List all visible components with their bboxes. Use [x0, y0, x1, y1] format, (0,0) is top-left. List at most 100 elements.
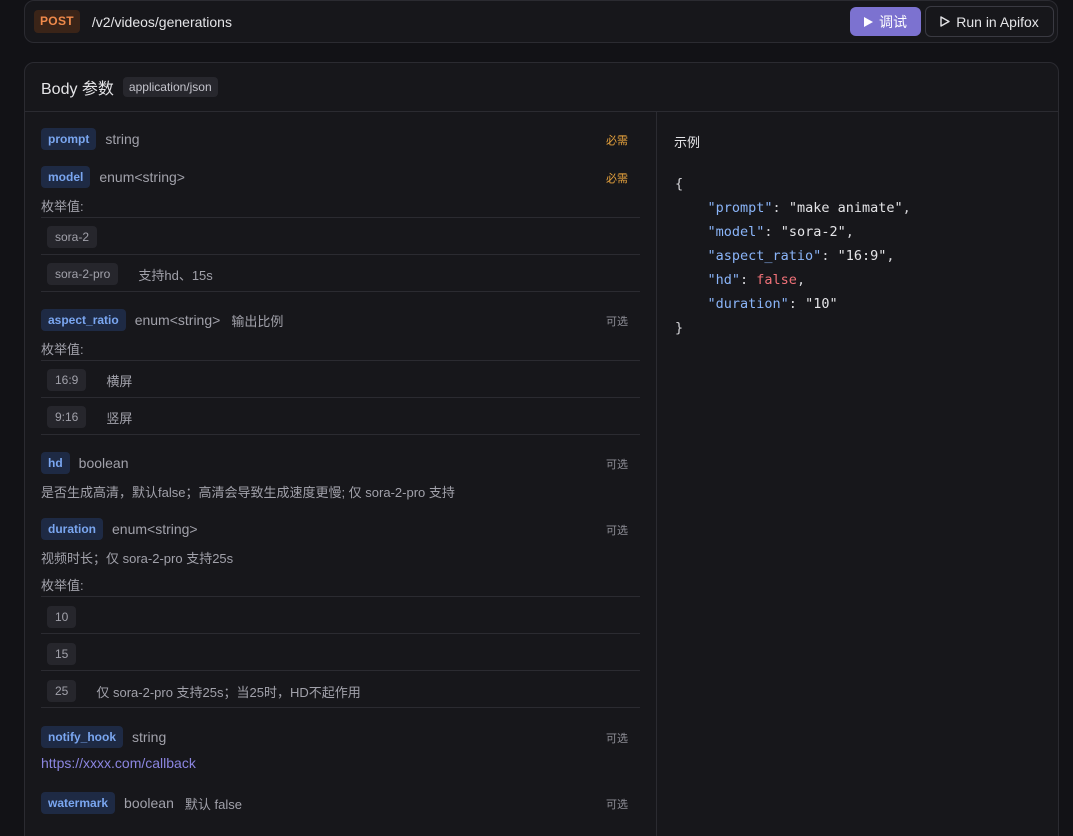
- run-in-apifox-label: Run in Apifox: [956, 13, 1039, 30]
- enum-value-chip: 25: [47, 680, 77, 702]
- enum-item: 10: [47, 606, 77, 628]
- json-sep: ,: [845, 224, 854, 240]
- code-open-brace: {: [675, 176, 684, 192]
- divider: [41, 596, 640, 597]
- divider: [41, 254, 640, 255]
- enum-item: 16:9 横屏: [47, 369, 132, 391]
- code-line: "prompt": "make animate",: [707, 200, 911, 216]
- json-key: "hd": [707, 272, 741, 288]
- param-name: model: [41, 166, 91, 188]
- enum-item: sora-2-pro 支持hd、15s: [47, 263, 213, 285]
- enum-desc: 竖屏: [106, 410, 133, 426]
- divider: [41, 360, 640, 361]
- enum-values-label: 枚举值:: [41, 342, 84, 357]
- param-notify-hook: notify_hook string: [41, 726, 166, 748]
- divider: [41, 707, 640, 708]
- enum-value-chip: sora-2-pro: [47, 263, 119, 285]
- json-value: false: [756, 272, 797, 288]
- enum-item: 25 仅 sora-2-pro 支持25s；当25时，HD不起作用: [47, 680, 361, 702]
- param-desc: 输出比例: [231, 313, 284, 329]
- content-type-badge: application/json: [122, 77, 218, 97]
- json-key: "model": [707, 224, 765, 240]
- param-desc: 视频时长；仅 sora-2-pro 支持25s: [41, 551, 234, 566]
- code-close-brace: }: [675, 320, 684, 336]
- optional-badge: 可选: [606, 459, 628, 471]
- json-key: "duration": [707, 296, 789, 312]
- divider: [41, 633, 640, 634]
- enum-value-chip: 9:16: [47, 406, 87, 428]
- param-type: enum<string>: [99, 169, 185, 185]
- params-list: prompt string 必需 model enum<string> 必需 枚…: [25, 112, 657, 836]
- example-panel: 示例 { "prompt": "make animate", "model": …: [657, 112, 1058, 836]
- param-name: hd: [41, 452, 70, 474]
- param-duration: duration enum<string>: [41, 518, 198, 540]
- example-code[interactable]: { "prompt": "make animate", "model": "so…: [675, 172, 911, 340]
- code-line: "duration": "10": [707, 296, 838, 312]
- optional-badge: 可选: [606, 733, 628, 745]
- debug-button[interactable]: 调试: [850, 7, 921, 36]
- divider: [41, 397, 640, 398]
- enum-desc: 支持hd、15s: [138, 267, 213, 283]
- enum-item: sora-2: [47, 226, 98, 248]
- enum-values-label: 枚举值:: [41, 199, 84, 214]
- run-in-apifox-button[interactable]: Run in Apifox: [925, 6, 1054, 37]
- param-name: prompt: [41, 128, 97, 150]
- param-name: notify_hook: [41, 726, 123, 748]
- json-value: "make animate": [788, 200, 903, 216]
- divider: [41, 291, 640, 292]
- enum-value-chip: 10: [47, 606, 77, 628]
- param-aspect-ratio: aspect_ratio enum<string> 输出比例: [41, 309, 283, 331]
- callback-url-link[interactable]: https://xxxx.com/callback: [41, 755, 196, 771]
- param-desc: 是否生成高清，默认false；高清会导致生成速度更慢; 仅 sora-2-pro…: [41, 485, 455, 500]
- json-sep: ,: [902, 200, 911, 216]
- param-type: enum<string>: [112, 521, 198, 537]
- endpoint-path[interactable]: /v2/videos/generations: [92, 14, 232, 30]
- param-type: string: [132, 729, 167, 745]
- param-watermark: watermark boolean 默认 false: [41, 792, 242, 814]
- json-sep: ,: [796, 272, 806, 288]
- divider: [41, 434, 640, 435]
- required-badge: 必需: [606, 135, 628, 147]
- json-value: "sora-2": [780, 224, 846, 240]
- json-key: "aspect_ratio": [707, 248, 822, 264]
- param-type: boolean: [78, 455, 129, 471]
- param-name: watermark: [41, 792, 116, 814]
- enum-values-label: 枚举值:: [41, 578, 84, 593]
- request-bar: POST /v2/videos/generations 调试 Run in Ap…: [24, 0, 1058, 43]
- param-prompt: prompt string: [41, 128, 140, 150]
- enum-item: 9:16 竖屏: [47, 406, 132, 428]
- json-sep: ,: [886, 248, 895, 264]
- enum-value-chip: 16:9: [47, 369, 87, 391]
- play-icon: [864, 14, 873, 30]
- enum-desc: 仅 sora-2-pro 支持25s；当25时，HD不起作用: [96, 684, 361, 700]
- json-value: "10": [805, 296, 838, 312]
- json-value: "16:9": [837, 248, 887, 264]
- panel-title: Body 参数: [41, 81, 114, 98]
- required-badge: 必需: [606, 173, 628, 185]
- enum-value-chip: 15: [47, 643, 77, 665]
- code-line: "hd": false,: [707, 272, 806, 288]
- optional-badge: 可选: [606, 799, 628, 811]
- enum-item: 15: [47, 643, 77, 665]
- divider: [41, 217, 640, 218]
- optional-badge: 可选: [606, 316, 628, 328]
- param-name: duration: [41, 518, 103, 540]
- optional-badge: 可选: [606, 525, 628, 537]
- param-hd: hd boolean: [41, 452, 129, 474]
- enum-desc: 横屏: [106, 373, 133, 389]
- param-desc: 默认 false: [184, 796, 242, 812]
- param-model: model enum<string>: [41, 166, 185, 188]
- body-params-panel: Body 参数 application/json prompt string 必…: [24, 62, 1059, 836]
- debug-button-label: 调试: [879, 13, 907, 30]
- param-type: boolean: [124, 795, 174, 811]
- method-badge: POST: [34, 10, 80, 33]
- enum-value-chip: sora-2: [47, 226, 98, 248]
- divider: [41, 670, 640, 671]
- code-line: "aspect_ratio": "16:9",: [707, 248, 895, 264]
- example-label: 示例: [674, 135, 701, 150]
- panel-header: Body 参数 application/json: [25, 63, 1058, 112]
- param-name: aspect_ratio: [41, 309, 126, 331]
- json-key: "prompt": [707, 200, 773, 216]
- play-outline-icon: [940, 14, 950, 30]
- code-line: "model": "sora-2",: [707, 224, 854, 240]
